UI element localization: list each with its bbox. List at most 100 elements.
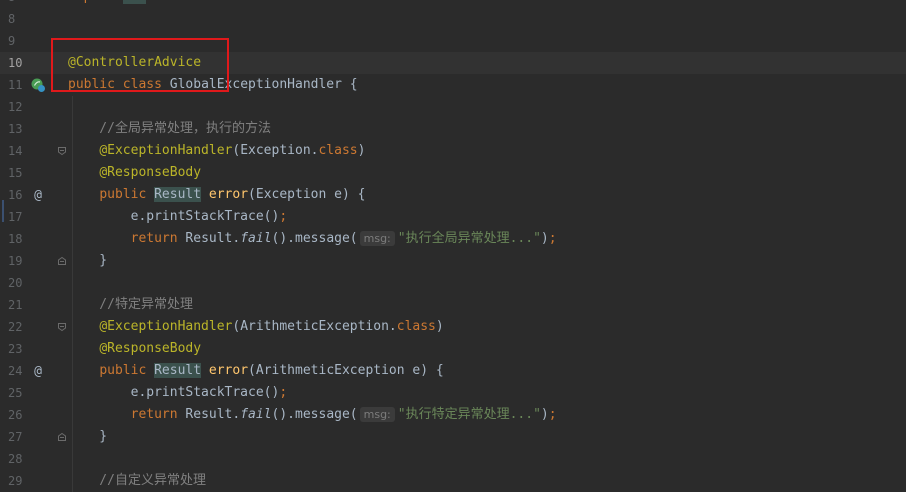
gutter: 9 bbox=[0, 30, 50, 52]
code-line[interactable]: 18 return Result.fail().message(msg: "执行全… bbox=[0, 228, 906, 250]
code-token: Result bbox=[154, 187, 202, 202]
override-marker-icon[interactable]: @ bbox=[28, 187, 48, 203]
spring-bean-icon[interactable] bbox=[28, 77, 48, 93]
line-number: 23 bbox=[8, 342, 23, 356]
code-text[interactable]: public Result error(Exception e) { bbox=[68, 186, 365, 204]
code-token: "执行特定异常处理..." bbox=[397, 407, 541, 422]
code-line[interactable]: 26 return Result.fail().message(msg: "执行特… bbox=[0, 404, 906, 426]
code-text[interactable]: @ExceptionHandler(ArithmeticException.cl… bbox=[68, 318, 443, 336]
indent-guide bbox=[72, 272, 73, 294]
code-text[interactable]: return Result.fail().message(msg: "执行全局异常… bbox=[68, 230, 557, 248]
code-line[interactable]: 24 @ public Result error(ArithmeticExcept… bbox=[0, 360, 906, 382]
gutter: 10 bbox=[0, 52, 50, 74]
code-token: ; bbox=[548, 407, 557, 422]
code-line[interactable]: 11 public class GlobalExceptionHandler { bbox=[0, 74, 906, 96]
code-line[interactable]: 9 bbox=[0, 30, 906, 52]
code-token: class bbox=[318, 143, 358, 158]
line-number: 15 bbox=[8, 166, 23, 180]
code-token: //全局异常处理，执行的方法 bbox=[68, 121, 271, 136]
code-token: public bbox=[68, 77, 123, 92]
code-token: public bbox=[99, 363, 155, 378]
code-token: ) bbox=[540, 231, 549, 246]
code-text[interactable]: e.printStackTrace(); bbox=[68, 208, 288, 226]
code-line[interactable]: 23 @ResponseBody bbox=[0, 338, 906, 360]
line-number: 10 bbox=[8, 56, 23, 70]
code-text[interactable]: public Result error(ArithmeticException … bbox=[68, 362, 444, 380]
code-line[interactable]: 25 e.printStackTrace(); bbox=[0, 382, 906, 404]
code-line[interactable]: 17 e.printStackTrace(); bbox=[0, 206, 906, 228]
code-text[interactable]: //特定异常处理 bbox=[68, 296, 193, 314]
code-text[interactable]: e.printStackTrace(); bbox=[68, 384, 288, 402]
code-token: error bbox=[208, 363, 249, 378]
code-line[interactable]: 10 @ControllerAdvice bbox=[0, 52, 906, 74]
code-text[interactable]: //自定义异常处理 bbox=[68, 472, 206, 490]
code-token: (ArithmeticException. bbox=[232, 319, 397, 334]
fold-expand-icon[interactable] bbox=[57, 322, 67, 332]
line-number: 27 bbox=[8, 430, 23, 444]
code-token: @ResponseBody bbox=[99, 341, 202, 356]
fold-expand-icon[interactable] bbox=[57, 146, 67, 156]
gutter: 15 bbox=[0, 162, 50, 184]
line-number: 22 bbox=[8, 320, 23, 334]
code-line[interactable]: 28 bbox=[0, 448, 906, 470]
code-token: ) bbox=[357, 143, 366, 158]
code-line[interactable]: 27 } bbox=[0, 426, 906, 448]
code-line[interactable]: 19 } bbox=[0, 250, 906, 272]
code-token: error bbox=[208, 187, 249, 202]
line-number: 12 bbox=[8, 100, 23, 114]
code-line[interactable]: 20 bbox=[0, 272, 906, 294]
code-text[interactable]: return Result.fail().message(msg: "执行特定异常… bbox=[68, 406, 557, 424]
code-token: } bbox=[68, 429, 108, 444]
line-number: 14 bbox=[8, 144, 23, 158]
line-number: 13 bbox=[8, 122, 23, 136]
fold-end-icon[interactable] bbox=[57, 432, 67, 442]
gutter: 18 bbox=[0, 228, 50, 250]
code-text[interactable]: //全局异常处理，执行的方法 bbox=[68, 120, 271, 138]
code-text[interactable]: @ControllerAdvice bbox=[68, 54, 201, 72]
line-number: 9 bbox=[8, 34, 16, 48]
code-token: } bbox=[68, 253, 108, 268]
code-text[interactable]: @ResponseBody bbox=[68, 164, 201, 182]
code-text[interactable]: import ... bbox=[68, 0, 147, 6]
code-line[interactable]: 14 @ExceptionHandler(Exception.class) bbox=[0, 140, 906, 162]
code-line[interactable]: 21 //特定异常处理 bbox=[0, 294, 906, 316]
code-text[interactable]: public class GlobalExceptionHandler { bbox=[68, 76, 358, 94]
gutter: 28 bbox=[0, 448, 50, 470]
line-number: 21 bbox=[8, 298, 23, 312]
code-text[interactable]: @ResponseBody bbox=[68, 340, 201, 358]
gutter: 26 bbox=[0, 404, 50, 426]
code-token: @ControllerAdvice bbox=[68, 55, 202, 70]
code-text[interactable]: } bbox=[68, 428, 107, 446]
code-line[interactable]: 13 //全局异常处理，执行的方法 bbox=[0, 118, 906, 140]
line-number: 25 bbox=[8, 386, 23, 400]
code-text[interactable]: @ExceptionHandler(Exception.class) bbox=[68, 142, 365, 160]
code-token: (Exception e) { bbox=[248, 187, 366, 202]
code-line[interactable]: 8 bbox=[0, 8, 906, 30]
override-marker-icon[interactable]: @ bbox=[28, 363, 48, 379]
code-token: Result bbox=[154, 363, 202, 378]
gutter: 12 bbox=[0, 96, 50, 118]
gutter: 14 bbox=[0, 140, 66, 162]
vcs-change-marker bbox=[2, 200, 4, 222]
code-editor[interactable]: 8 import ... 8 9 10 @ControllerAdvice 11 public… bbox=[0, 0, 906, 492]
code-text[interactable]: } bbox=[68, 252, 107, 270]
code-token: public bbox=[99, 187, 155, 202]
code-line[interactable]: 12 bbox=[0, 96, 906, 118]
code-token: @ExceptionHandler bbox=[99, 319, 233, 334]
line-number: 26 bbox=[8, 408, 23, 422]
code-line[interactable]: 8 import ... bbox=[0, 0, 906, 8]
code-token: @ResponseBody bbox=[99, 165, 202, 180]
code-token: return bbox=[130, 407, 186, 422]
code-line[interactable]: 15 @ResponseBody bbox=[0, 162, 906, 184]
code-line[interactable]: 16 @ public Result error(Exception e) { bbox=[0, 184, 906, 206]
fold-end-icon[interactable] bbox=[57, 256, 67, 266]
gutter: 16 @ bbox=[0, 184, 50, 206]
line-number: 29 bbox=[8, 474, 23, 488]
code-line[interactable]: 22 @ExceptionHandler(ArithmeticException… bbox=[0, 316, 906, 338]
line-number: 18 bbox=[8, 232, 23, 246]
